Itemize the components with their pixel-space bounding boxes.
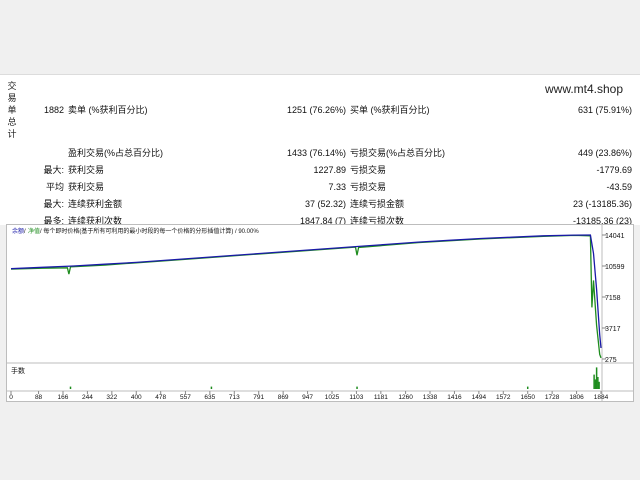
stat-right-value: 449 (23.86%) [577,148,632,158]
x-tick-label: 1494 [472,394,487,401]
y-tick-label: 275 [605,357,617,364]
bottom-area [0,402,640,480]
x-tick-label: 0 [9,394,13,401]
y-tick-label: 7158 [605,295,621,302]
x-tick-label: 869 [278,394,289,401]
side-tab-char: 易 [7,93,17,103]
x-tick-label: 244 [82,394,93,401]
stat-left-value: 1227.89 [313,165,346,175]
x-tick-label: 478 [155,394,166,401]
stat-left-key: 获利交易 [68,182,105,192]
x-tick-label: 166 [58,394,69,401]
stat-left-key: 连续获利金额 [68,199,123,209]
stat-right-key: 连续亏损金额 [350,199,405,209]
x-tick-label: 1025 [325,394,340,401]
y-tick-label: 10599 [605,264,625,271]
legend-equity: 净值 [28,227,40,235]
x-tick-label: 1416 [447,394,462,401]
watermark: www.mt4.shop [545,82,624,96]
x-tick-label: 1728 [545,394,560,401]
x-tick-label: 635 [204,394,215,401]
x-tick-label: 322 [106,394,117,401]
x-tick-label: 88 [35,394,43,401]
x-tick-label: 1338 [423,394,438,401]
x-tick-label: 713 [229,394,240,401]
x-tick-label: 1260 [398,394,413,401]
x-tick-label: 400 [131,394,142,401]
x-tick-label: 1572 [496,394,511,401]
stat-row-label: 最大: [43,199,64,209]
stat-right-value: 23 (-13185.36) [572,199,632,209]
side-tab-char: 计 [7,129,17,139]
stat-left-value: 1251 (76.26%) [286,105,346,115]
side-tab-char: 总 [7,117,17,127]
series-line-balance [10,234,602,349]
side-tab-char: 单 [7,105,17,115]
stat-row-label: 1882 [43,105,64,115]
stat-right-value: -43.59 [606,182,632,192]
x-tick-label: 1103 [349,394,363,401]
stat-left-key: 获利交易 [68,165,105,175]
equity-chart: 14041 10599 7158 3717 275 手数 0 88 166 244 322 400… [7,225,633,401]
x-tick-label: 1806 [569,394,584,401]
window-top-area [0,0,640,74]
side-tab-char: 交 [7,81,17,91]
stat-right-value: 631 (75.91%) [577,105,632,115]
y-tick-label: 3717 [605,326,621,333]
y-tick-label: 14041 [605,233,625,240]
stat-row-label: 平均 [45,182,64,192]
stat-left-key: 盈利交易(%占总百分比) [68,148,163,158]
chart-frame: 14041 10599 7158 3717 275 手数 0 88 166 244 322 400… [6,224,634,402]
x-tick-label: 947 [302,394,313,401]
x-tick-label: 557 [180,394,191,401]
series-line-equity [10,234,602,359]
stat-right-key: 买单 (%获利百分比) [350,105,430,115]
stat-right-key: 亏损交易 [350,182,387,192]
stat-left-value: 1433 (76.14%) [286,148,346,158]
volume-label: 手数 [11,366,25,375]
stat-right-key: 亏损交易 [350,165,387,175]
x-tick-label: 1884 [594,394,609,401]
x-tick-label: 1181 [374,394,388,401]
legend-balance: 余额 [12,227,24,235]
stat-right-key: 亏损交易(%占总百分比) [350,148,445,158]
x-tick-label: 791 [253,394,264,401]
legend-separator: / [24,229,26,235]
stat-left-value: 7.33 [328,182,346,192]
legend-description: / 每个即时价格(基于所有可利用的最小时段的每一个价格的分形插值计算) / 90… [40,227,259,235]
x-tick-label: 1650 [520,394,535,401]
stat-left-key: 卖单 (%获利百分比) [68,105,148,115]
stat-row-label: 最大: [43,165,64,175]
stat-left-value: 37 (52.32) [304,199,346,209]
summary-side-tab[interactable]: 交易单总计 [4,80,20,140]
stat-right-value: -1779.69 [596,165,632,175]
